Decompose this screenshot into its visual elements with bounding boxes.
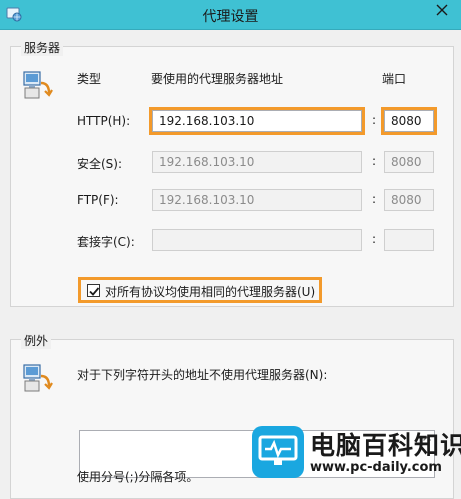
title-bar: 代理设置 xyxy=(0,0,461,30)
column-header-port: 端口 xyxy=(382,72,407,86)
same-proxy-label: 对所有协议均使用相同的代理服务器(U) xyxy=(105,285,316,299)
column-header-type: 类型 xyxy=(77,72,102,86)
same-proxy-checkbox[interactable] xyxy=(87,284,100,297)
servers-group: 服务器 类型 要使用的代理服务器地址 端口 HTTP(H): : 安全(S): … xyxy=(10,39,454,307)
ftp-label: FTP(F): xyxy=(77,193,119,207)
secure-port-input[interactable] xyxy=(384,151,434,173)
exceptions-hint: 使用分号(;)分隔各项。 xyxy=(77,470,199,484)
watermark-url: www.pc-daily.com xyxy=(310,460,442,475)
window-title: 代理设置 xyxy=(202,9,259,25)
secure-label: 安全(S): xyxy=(77,157,123,171)
watermark-title: 电脑百科知识 xyxy=(310,431,461,460)
exceptions-group-title: 例外 xyxy=(21,332,52,349)
ftp-port-input[interactable] xyxy=(384,189,434,211)
secure-port-separator: : xyxy=(372,154,377,168)
http-port-separator: : xyxy=(372,113,377,127)
ftp-port-separator: : xyxy=(372,192,377,206)
dialog-body: 服务器 类型 要使用的代理服务器地址 端口 HTTP(H): : 安全(S): … xyxy=(0,30,461,499)
http-address-input[interactable] xyxy=(149,107,365,135)
secure-address-input[interactable] xyxy=(152,151,362,173)
network-computer-icon xyxy=(21,69,55,103)
close-icon[interactable] xyxy=(429,0,455,22)
same-proxy-option[interactable]: 对所有协议均使用相同的代理服务器(U) xyxy=(78,277,322,303)
watermark: 电脑百科知识 www.pc-daily.com xyxy=(248,426,461,485)
checkmark-icon xyxy=(89,287,100,296)
column-header-address: 要使用的代理服务器地址 xyxy=(151,72,284,86)
servers-group-title: 服务器 xyxy=(21,39,64,56)
socks-address-input[interactable] xyxy=(152,229,362,251)
monitor-logo-icon xyxy=(252,426,304,478)
http-label: HTTP(H): xyxy=(77,114,131,128)
http-port-input[interactable] xyxy=(381,107,437,135)
socks-label: 套接字(C): xyxy=(77,235,135,249)
ftp-address-input[interactable] xyxy=(152,189,362,211)
exceptions-prompt: 对于下列字符开头的地址不使用代理服务器(N): xyxy=(77,368,328,382)
socks-port-input[interactable] xyxy=(384,229,434,251)
network-computer-icon xyxy=(21,362,55,396)
socks-port-separator: : xyxy=(372,232,377,246)
